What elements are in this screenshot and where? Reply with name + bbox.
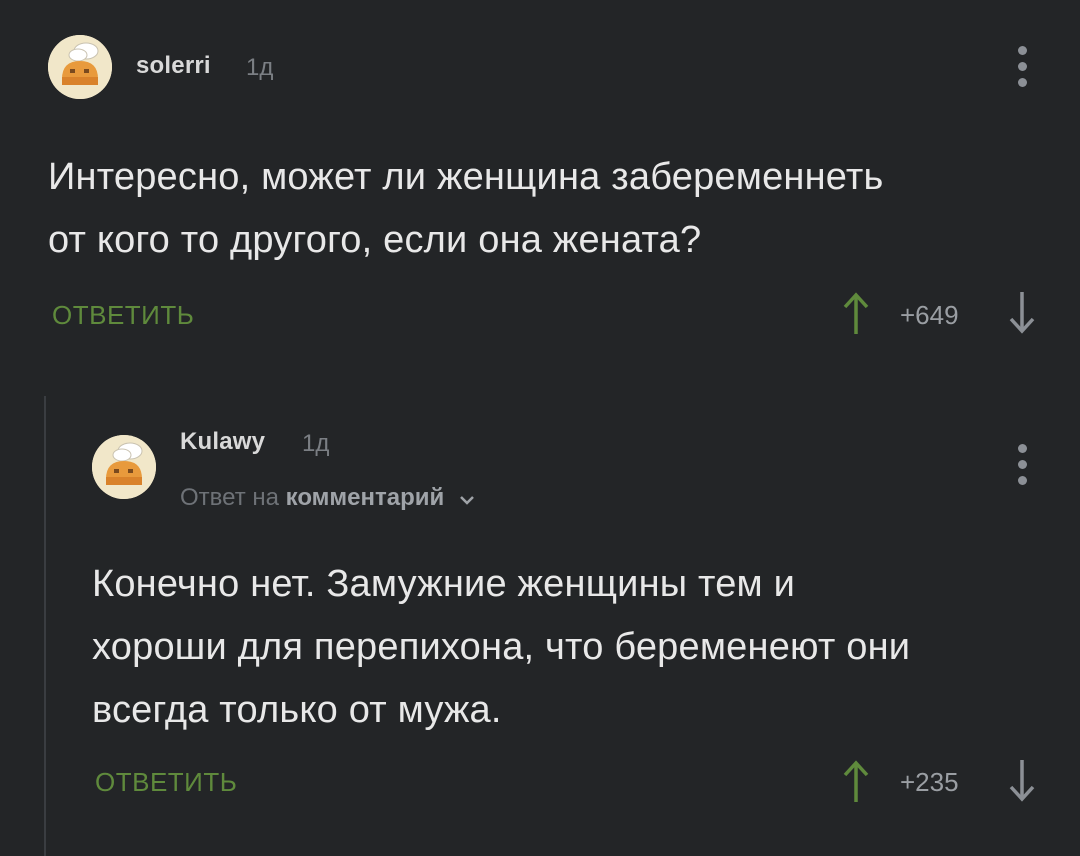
- kebab-menu-icon[interactable]: [1017, 444, 1027, 485]
- comment-author[interactable]: solerri: [136, 52, 211, 80]
- avatar[interactable]: [92, 435, 156, 499]
- comment-text-line: всегда только от мужа.: [92, 689, 502, 731]
- kebab-menu-icon[interactable]: [1017, 46, 1027, 87]
- reply-button[interactable]: ОТВЕТИТЬ: [95, 767, 237, 798]
- thread-line: [44, 396, 46, 856]
- arrow-up-icon[interactable]: [842, 290, 870, 341]
- arrow-down-icon[interactable]: [1008, 290, 1036, 341]
- chevron-down-icon[interactable]: [459, 485, 475, 513]
- vote-score: +649: [900, 300, 959, 330]
- comment-text-line: хороши для перепихона, что беременеют он…: [92, 626, 911, 668]
- comment-text-line: от кого то другого, если она жената?: [48, 219, 702, 261]
- avatar-cook-icon: [92, 435, 156, 499]
- reply-to-info: Ответ на комментарий: [180, 484, 475, 513]
- reply-to-link[interactable]: комментарий: [286, 484, 445, 511]
- arrow-up-icon[interactable]: [842, 758, 870, 809]
- comment-text-line: Интересно, может ли женщина забеременнет…: [48, 156, 884, 198]
- comment-time: 1д: [302, 430, 330, 457]
- comment-text-line: Конечно нет. Замужние женщины тем и: [92, 563, 796, 605]
- reply-to-prefix: Ответ на: [180, 484, 279, 511]
- comments-page: solerri 1д Интересно, может ли женщина з…: [0, 0, 1080, 856]
- arrow-down-icon[interactable]: [1008, 758, 1036, 809]
- avatar-cook-icon: [48, 35, 112, 99]
- vote-score: +235: [900, 767, 959, 797]
- comment-text: Интересно, может ли женщина забеременнет…: [48, 146, 1048, 272]
- comment-time: 1д: [246, 54, 274, 81]
- avatar[interactable]: [48, 35, 112, 99]
- reply-button[interactable]: ОТВЕТИТЬ: [52, 300, 194, 331]
- comment-text: Конечно нет. Замужние женщины тем и хоро…: [92, 553, 1052, 742]
- comment-author[interactable]: Kulawy: [180, 428, 265, 456]
